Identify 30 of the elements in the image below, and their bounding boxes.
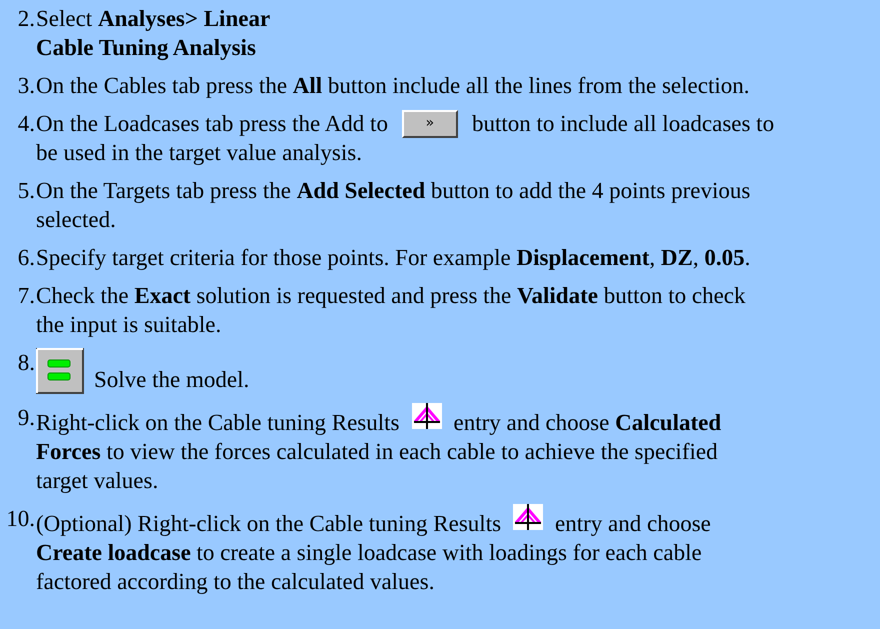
step-text: Solve the model. (94, 366, 250, 394)
step-text: target values. (36, 467, 158, 495)
step-text: factored according to the calculated values. (36, 568, 434, 596)
step-text: Specify target criteria for those points. For example Displacement, DZ, 0.05. (36, 244, 750, 272)
add-all-button[interactable]: » (402, 110, 458, 138)
step-text: entry and choose Calculated (454, 409, 722, 437)
step-number: 10. (5, 505, 36, 533)
step-number: 4. (16, 110, 36, 138)
step-text: (Optional) Right-click on the Cable tuning Results (36, 510, 502, 538)
step-text: Check the Exact solution is requested and press the Validate button to check (36, 282, 746, 310)
step-text: Create loadcase to create a single loadcase with loadings for each cable (36, 539, 702, 567)
step-text: be used in the target value analysis. (36, 139, 362, 167)
step-text: button to include all loadcases to (472, 110, 774, 138)
step-text: Select Analyses> Linear (36, 5, 270, 33)
step-number: 6. (16, 244, 36, 272)
step-text: On the Loadcases tab press the Add to (36, 110, 388, 138)
step-number: 9. (16, 404, 36, 432)
step-number: 5. (16, 177, 36, 205)
step-text: Forces to view the forces calculated in each cable to achieve the specified (36, 438, 718, 466)
step-text: the input is suitable. (36, 311, 222, 339)
step-text: Right-click on the Cable tuning Results (36, 409, 400, 437)
step-text: Cable Tuning Analysis (36, 34, 256, 62)
step-text: entry and choose (555, 510, 711, 538)
step-number: 7. (16, 282, 36, 310)
step-text: On the Cables tab press the All button include all the lines from the selection. (36, 72, 750, 100)
step-number: 3. (16, 72, 36, 100)
step-text: On the Targets tab press the Add Selected button to add the 4 points previous (36, 177, 750, 205)
step-number: 8. (16, 349, 36, 377)
step-number: 2. (16, 5, 36, 33)
step-text: selected. (36, 206, 116, 234)
